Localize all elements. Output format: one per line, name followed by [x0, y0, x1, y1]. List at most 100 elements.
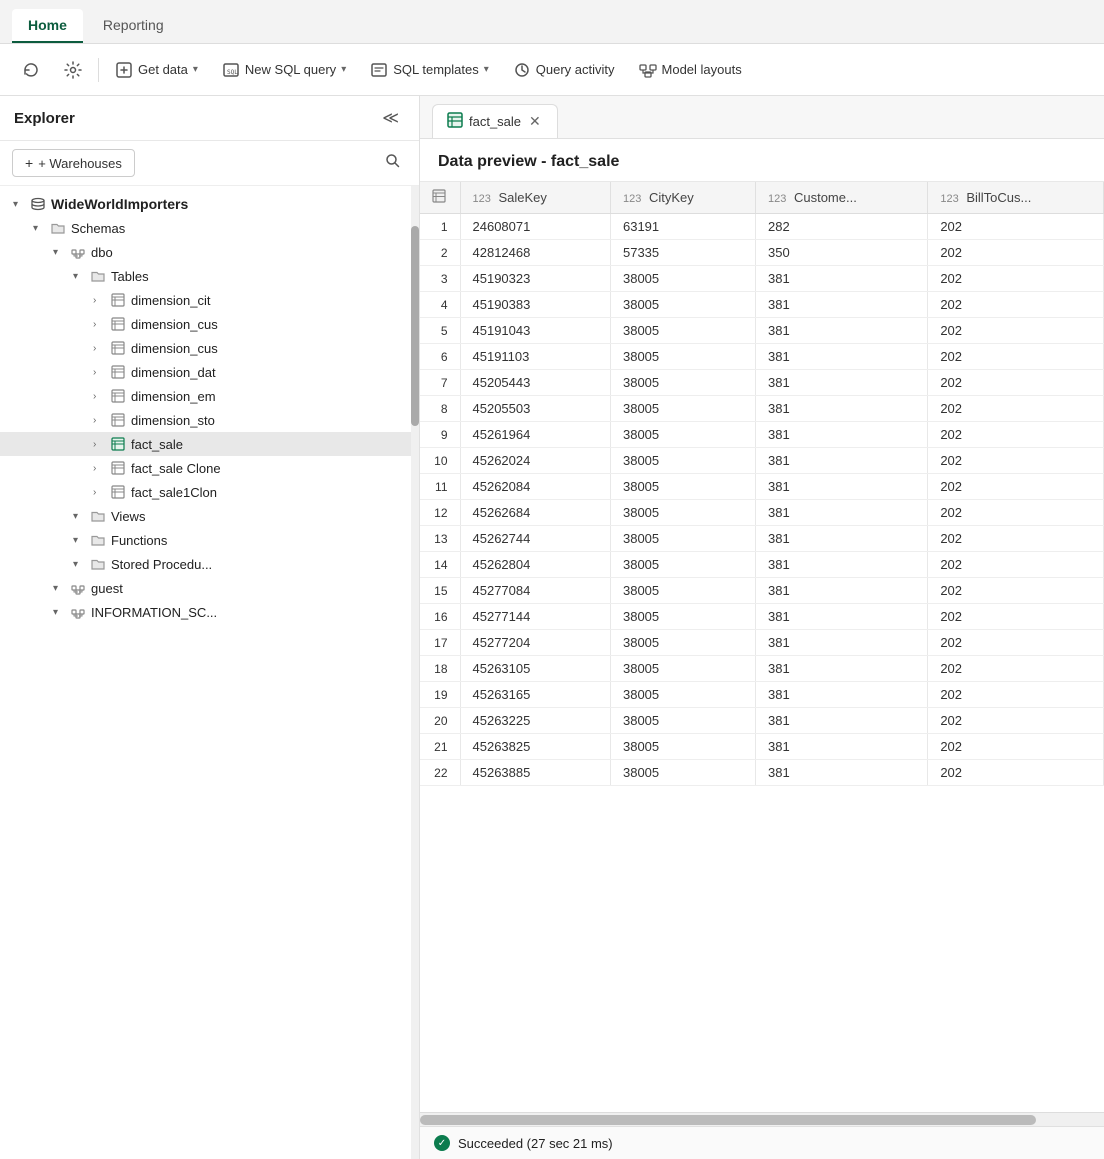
row-num-21: 21 — [420, 734, 460, 760]
tab-reporting[interactable]: Reporting — [87, 9, 180, 43]
sidebar-scrollbar-track[interactable] — [411, 186, 419, 1159]
content-tab-label: fact_sale — [469, 114, 521, 129]
row-num-6: 6 — [420, 344, 460, 370]
tree-item-dbo[interactable]: ▾ dbo — [0, 240, 411, 264]
row-num-4: 4 — [420, 292, 460, 318]
tree-item-dim_sto[interactable]: › dimension_sto — [0, 408, 411, 432]
cell-citykey-18: 38005 — [610, 656, 755, 682]
row-num-15: 15 — [420, 578, 460, 604]
tree-item-tables[interactable]: ▾ Tables — [0, 264, 411, 288]
col-header-citykey: 123 CityKey — [610, 182, 755, 214]
content-tab-close-button[interactable]: ✕ — [527, 113, 543, 130]
cell-customer-12: 381 — [755, 500, 927, 526]
sidebar-header: Explorer ≪ — [0, 96, 419, 141]
cell-citykey-5: 38005 — [610, 318, 755, 344]
horizontal-scrollbar[interactable] — [420, 1112, 1104, 1126]
cell-citykey-17: 38005 — [610, 630, 755, 656]
search-sidebar-button[interactable] — [379, 151, 407, 176]
tree-item-dim_dat[interactable]: › dimension_dat — [0, 360, 411, 384]
model-layouts-button[interactable]: Model layouts — [629, 56, 752, 84]
tree-icon-fact_clone — [110, 460, 126, 476]
tree-chevron-info_sc: ▾ — [53, 607, 65, 618]
table-row: 12 45262684 38005 381 202 — [420, 500, 1104, 526]
tree-icon-info_sc — [70, 604, 86, 620]
tree-item-stored_proc[interactable]: ▾ Stored Procedu... — [0, 552, 411, 576]
query-activity-button[interactable]: Query activity — [503, 56, 625, 84]
data-preview-area: Data preview - fact_sale 123 SaleKey — [420, 139, 1104, 1112]
cell-salekey-2: 42812468 — [460, 240, 610, 266]
cell-salekey-1: 24608071 — [460, 214, 610, 240]
table-row: 4 45190383 38005 381 202 — [420, 292, 1104, 318]
table-row: 21 45263825 38005 381 202 — [420, 734, 1104, 760]
tree-icon-dim_em — [110, 388, 126, 404]
settings-button[interactable] — [54, 56, 92, 84]
tree-label-functions: Functions — [111, 533, 167, 548]
cell-customer-4: 381 — [755, 292, 927, 318]
tab-home[interactable]: Home — [12, 9, 83, 43]
tree-item-dim_cus2[interactable]: › dimension_cus — [0, 336, 411, 360]
cell-salekey-18: 45263105 — [460, 656, 610, 682]
cell-billto-11: 202 — [928, 474, 1104, 500]
table-row: 8 45205503 38005 381 202 — [420, 396, 1104, 422]
cell-billto-4: 202 — [928, 292, 1104, 318]
tree-icon-guest — [70, 580, 86, 596]
refresh-button[interactable] — [12, 56, 50, 84]
cell-citykey-4: 38005 — [610, 292, 755, 318]
cell-citykey-8: 38005 — [610, 396, 755, 422]
tree-item-fact_1clon[interactable]: › fact_sale1Clon — [0, 480, 411, 504]
settings-icon — [64, 61, 82, 79]
content-tab-icon — [447, 112, 463, 131]
tree-label-tables: Tables — [111, 269, 149, 284]
table-header-row: 123 SaleKey 123 CityKey 123 Custome... — [420, 182, 1104, 214]
tree-item-fact_clone[interactable]: › fact_sale Clone — [0, 456, 411, 480]
add-warehouse-button[interactable]: + + Warehouses — [12, 149, 135, 177]
tree-item-functions[interactable]: ▾ Functions — [0, 528, 411, 552]
cell-citykey-20: 38005 — [610, 708, 755, 734]
tree-item-fact_sale[interactable]: › fact_sale — [0, 432, 411, 456]
new-sql-button[interactable]: SQL New SQL query ▾ — [212, 56, 356, 84]
cell-billto-19: 202 — [928, 682, 1104, 708]
table-row: 13 45262744 38005 381 202 — [420, 526, 1104, 552]
cell-salekey-7: 45205443 — [460, 370, 610, 396]
tree-item-schemas[interactable]: ▾ Schemas — [0, 216, 411, 240]
table-row: 18 45263105 38005 381 202 — [420, 656, 1104, 682]
tree-chevron-dim_cus1-leaf: › — [93, 319, 105, 330]
tree-item-guest[interactable]: ▾ guest — [0, 576, 411, 600]
tree-item-views[interactable]: ▾ Views — [0, 504, 411, 528]
cell-customer-15: 381 — [755, 578, 927, 604]
sidebar-scrollbar-thumb[interactable] — [411, 226, 419, 426]
row-num-8: 8 — [420, 396, 460, 422]
tree-chevron-dim_dat-leaf: › — [93, 367, 105, 378]
row-num-12: 12 — [420, 500, 460, 526]
tree-chevron-wwi: ▾ — [13, 199, 25, 210]
sql-templates-button[interactable]: SQL templates ▾ — [360, 56, 499, 84]
tree-icon-fact_sale — [110, 436, 126, 452]
tree-label-dbo: dbo — [91, 245, 113, 260]
tree-icon-fact_1clon — [110, 484, 126, 500]
cell-salekey-12: 45262684 — [460, 500, 610, 526]
collapse-sidebar-button[interactable]: ≪ — [376, 106, 405, 130]
tree-item-dim_cus1[interactable]: › dimension_cus — [0, 312, 411, 336]
tree-chevron-views: ▾ — [73, 511, 85, 522]
content-tabs-bar: fact_sale ✕ — [420, 96, 1104, 139]
cell-billto-8: 202 — [928, 396, 1104, 422]
content-area: fact_sale ✕ Data preview - fact_sale — [420, 96, 1104, 1159]
tree-item-dim_city[interactable]: › dimension_cit — [0, 288, 411, 312]
tree-icon-wwi — [30, 196, 46, 212]
get-data-button[interactable]: Get data ▾ — [105, 56, 208, 84]
h-scrollbar-thumb[interactable] — [420, 1115, 1036, 1125]
content-tab-fact-sale[interactable]: fact_sale ✕ — [432, 104, 558, 138]
cell-citykey-19: 38005 — [610, 682, 755, 708]
sidebar-tree: ▾ WideWorldImporters ▾ Schemas ▾ dbo ▾ T… — [0, 186, 411, 1159]
cell-salekey-17: 45277204 — [460, 630, 610, 656]
refresh-icon — [22, 61, 40, 79]
tree-chevron-fact_clone-leaf: › — [93, 463, 105, 474]
cell-billto-14: 202 — [928, 552, 1104, 578]
row-num-11: 11 — [420, 474, 460, 500]
table-row: 11 45262084 38005 381 202 — [420, 474, 1104, 500]
table-row: 2 42812468 57335 350 202 — [420, 240, 1104, 266]
cell-citykey-2: 57335 — [610, 240, 755, 266]
tree-item-wwi[interactable]: ▾ WideWorldImporters — [0, 192, 411, 216]
tree-item-info_sc[interactable]: ▾ INFORMATION_SC... — [0, 600, 411, 624]
tree-item-dim_em[interactable]: › dimension_em — [0, 384, 411, 408]
